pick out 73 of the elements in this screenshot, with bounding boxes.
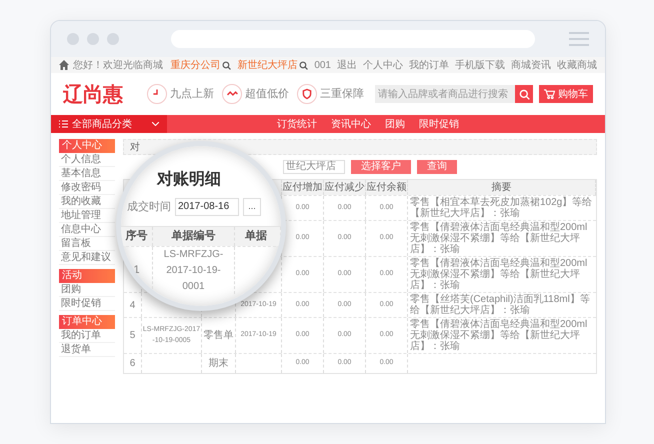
greeting-text: 您好！欢迎光临商城 <box>73 58 163 72</box>
top-link[interactable]: 新世纪大坪店 <box>237 58 298 72</box>
feature-label: 超值低价 <box>245 86 289 102</box>
sidebar-item[interactable]: 团购 <box>59 283 115 297</box>
date-label: 成交时间 <box>127 200 171 215</box>
table-cell-text: LS-MRFZJG-2017-10-19-0001 <box>162 248 224 294</box>
sidebar-item[interactable]: 修改密码 <box>59 181 115 195</box>
summary-text: 零售【相宜本草去死皮加蒸裙102g】等给【新世纪大坪店】：张瑜 <box>410 197 594 219</box>
top-link[interactable]: 我的订单 <box>409 58 449 72</box>
nav-link[interactable]: 订货统计 <box>277 116 317 132</box>
sidebar-heading: 订单中心 <box>59 315 115 329</box>
top-link[interactable]: 商城资讯 <box>511 58 551 72</box>
top-link[interactable]: 收藏商城 <box>557 58 597 72</box>
top-link[interactable]: 个人中心 <box>363 58 403 72</box>
date-picker-button[interactable]: ... <box>243 198 261 216</box>
cart-icon <box>544 89 555 99</box>
search-icon[interactable] <box>222 60 232 70</box>
customer-field[interactable]: 世纪大坪店 <box>283 160 345 174</box>
table-cell-text: 4 <box>130 298 136 312</box>
sidebar-item[interactable]: 地址管理 <box>59 209 115 223</box>
breadcrumb-text: 对 <box>130 140 140 154</box>
sidebar-heading: 活动 <box>59 269 115 283</box>
column-header: 应付增加 <box>282 180 322 195</box>
search-icon[interactable] <box>299 60 308 70</box>
nav-link[interactable]: 资讯中心 <box>331 116 371 132</box>
filter-button[interactable]: 选择客户 <box>351 160 411 174</box>
summary-text: 零售【倩碧液体洁面皂经典温和型200ml无刺激保湿不紧绷】等给【新世纪大坪店】：张瑜 <box>410 319 588 352</box>
table-cell-text: 5 <box>130 329 136 343</box>
clock-icon <box>147 84 167 104</box>
sidebar-item[interactable]: 个人信息 <box>59 153 115 167</box>
category-menu-button[interactable]: 全部商品分类 <box>51 115 167 133</box>
table-cell-text: 6 <box>130 357 136 371</box>
sidebar-heading: 个人中心 <box>59 139 115 153</box>
list-icon <box>59 120 68 128</box>
cart-button[interactable]: 购物车 <box>539 85 593 103</box>
logo: 辽尚惠 <box>63 81 123 108</box>
home-icon[interactable] <box>59 60 69 70</box>
search-button[interactable] <box>515 85 533 103</box>
shield-icon <box>297 84 317 104</box>
sidebar-item[interactable]: 留言板 <box>59 237 115 251</box>
table-cell-text: 零售单 <box>204 328 234 343</box>
lens-title: 对账明细 <box>157 170 221 190</box>
feature-label: 九点上新 <box>170 86 214 102</box>
feature-label: 三重保障 <box>320 86 364 102</box>
chevron-down-icon <box>152 122 159 126</box>
summary-text: 零售【丝塔芙(Cetaphil)洁面乳118ml】等给【新世纪大坪店】：张瑜 <box>410 294 591 316</box>
sidebar-item[interactable]: 我的订单 <box>59 329 115 343</box>
sidebar-item[interactable]: 退货单 <box>59 343 115 357</box>
search-icon[interactable] <box>518 88 530 100</box>
top-link[interactable]: 001 <box>314 58 331 72</box>
column-header: 单据 <box>245 228 267 244</box>
sidebar-item[interactable]: 基本信息 <box>59 167 115 181</box>
sidebar-item[interactable]: 我的收藏 <box>59 195 115 209</box>
column-header: 应付减少 <box>324 180 364 195</box>
column-header: 应付余额 <box>366 180 406 195</box>
search-field[interactable]: 请输入品牌或者商品进行搜索 <box>375 85 515 103</box>
sidebar-item[interactable]: 信息中心 <box>59 223 115 237</box>
zigzag-icon <box>222 84 242 104</box>
filter-button[interactable]: 查询 <box>417 160 457 174</box>
column-header: 序号 <box>126 228 148 244</box>
summary-text: 零售【倩碧液体洁面皂经典温和型200ml无刺激保湿不紧绷】等给【新世纪大坪店】：张瑜 <box>410 222 588 255</box>
sidebar-item[interactable]: 限时促销 <box>59 297 115 311</box>
column-header: 单据编号 <box>172 228 216 244</box>
top-link[interactable]: 退出 <box>337 58 357 72</box>
top-link[interactable]: 手机版下载 <box>455 58 505 72</box>
nav-link[interactable]: 团购 <box>385 116 405 132</box>
sidebar-item[interactable]: 意见和建议 <box>59 251 115 265</box>
summary-text: 零售【倩碧液体洁面皂经典温和型200ml无刺激保湿不紧绷】等给【新世纪大坪店】：张瑜 <box>410 258 588 291</box>
column-header: 摘要 <box>492 180 512 195</box>
date-field[interactable]: 2017-08-16 <box>175 198 239 216</box>
table-cell-text: 期末 <box>208 356 228 371</box>
top-link[interactable]: 重庆分公司 <box>170 58 220 72</box>
nav-link[interactable]: 限时促销 <box>419 116 459 132</box>
